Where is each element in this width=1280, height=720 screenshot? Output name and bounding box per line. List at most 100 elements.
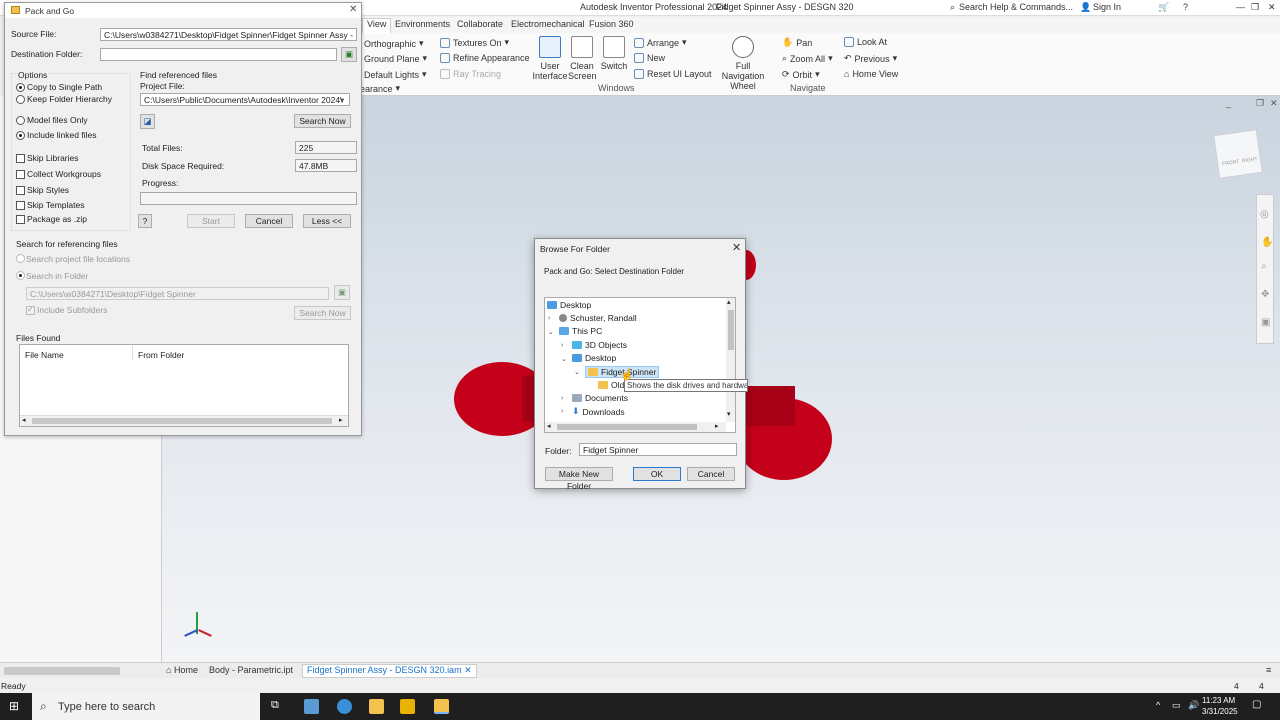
textures-on-button[interactable]: Textures On ▾	[440, 37, 509, 48]
home-tab[interactable]: ⌂ Home	[166, 665, 198, 675]
include-subfolders-checkbox[interactable]	[26, 305, 35, 315]
orbit-nav-icon[interactable]: ✥	[1261, 289, 1269, 300]
tab-menu-icon[interactable]: ≡	[1266, 665, 1271, 675]
viewcube-right[interactable]: RIGHT	[1242, 156, 1258, 164]
make-new-folder-button[interactable]: Make New Folder	[545, 467, 613, 491]
pack-and-go-close-button[interactable]: ✕	[349, 4, 357, 15]
collapse-chevron-icon[interactable]: ⌄	[574, 368, 580, 376]
arrange-button[interactable]: Arrange ▾	[634, 37, 687, 48]
taskbar-search-input[interactable]: ⌕ Type here to search	[32, 693, 260, 720]
search-now-button[interactable]: Search Now	[294, 114, 351, 128]
task-view-icon[interactable]: ⧉	[271, 699, 279, 712]
tab-collaborate[interactable]: Collaborate	[457, 19, 503, 29]
tab-electromechanical[interactable]: Electromechanical	[511, 19, 585, 29]
search-in-folder-radio[interactable]	[16, 271, 25, 280]
model-files-only-radio[interactable]	[16, 116, 25, 125]
tray-chevron-icon[interactable]: ^	[1156, 700, 1160, 710]
expand-chevron-icon[interactable]: ›	[561, 408, 563, 415]
pan-nav-icon[interactable]: ✋	[1261, 237, 1273, 248]
notification-icon[interactable]: ▢	[1252, 699, 1261, 710]
skip-templates-checkbox[interactable]	[16, 201, 25, 210]
skip-libraries-checkbox[interactable]	[16, 154, 25, 163]
tree-scroll-thumb[interactable]	[728, 310, 734, 350]
scroll-right-icon[interactable]: ▸	[339, 416, 343, 424]
tree-vertical-scrollbar[interactable]: ▴ ▾	[726, 298, 735, 422]
look-at-nav-icon[interactable]: ▣	[1261, 317, 1270, 328]
search-project-locations-radio[interactable]	[16, 254, 25, 263]
source-file-field[interactable]: C:\Users\w0384271\Desktop\Fidget Spinner…	[100, 28, 357, 41]
cart-icon[interactable]: 🛒	[1158, 2, 1169, 13]
previous-view-button[interactable]: ↶ Previous ▾	[844, 53, 897, 64]
folder-input[interactable]: Fidget Spinner	[579, 443, 737, 456]
viewcube-front[interactable]: FRONT	[1222, 159, 1240, 167]
help-button[interactable]: ?	[138, 214, 152, 228]
switch-button[interactable]: Switch	[600, 36, 628, 71]
help-icon[interactable]: ?	[1183, 2, 1188, 12]
volume-icon[interactable]: 🔊	[1188, 700, 1199, 711]
full-navigation-wheel-button[interactable]: Full Navigation Wheel	[714, 36, 772, 91]
minimize-button[interactable]: —	[1236, 2, 1245, 12]
expand-chevron-icon[interactable]: ›	[561, 342, 563, 349]
ground-plane-button[interactable]: Ground Plane ▾	[364, 53, 427, 64]
project-file-select[interactable]: C:\Users\Public\Documents\Autodesk\Inven…	[140, 93, 350, 106]
viewport-close-icon[interactable]: ✕	[1270, 98, 1278, 109]
tree-horizontal-scrollbar[interactable]: ◂ ▸	[545, 422, 726, 432]
scroll-left-icon[interactable]: ◂	[547, 422, 551, 430]
tree-item-downloads[interactable]: ⬇ Downloads	[572, 406, 625, 417]
expand-chevron-icon[interactable]: ›	[548, 315, 550, 322]
project-dropdown-icon[interactable]: ▾	[340, 95, 344, 106]
browse-close-button[interactable]: ✕	[732, 241, 741, 254]
include-linked-files-radio[interactable]	[16, 131, 25, 140]
orbit-button[interactable]: ⟳ Orbit ▾	[782, 69, 820, 80]
inventor-app-icon[interactable]	[400, 699, 415, 714]
new-window-button[interactable]: New	[634, 53, 665, 63]
tab-fusion-360[interactable]: Fusion 360	[589, 19, 634, 29]
tree-item-desktop-root[interactable]: Desktop	[547, 300, 591, 310]
clean-screen-button[interactable]: Clean Screen	[568, 36, 597, 81]
reset-ui-layout-button[interactable]: Reset UI Layout	[634, 69, 712, 79]
close-button[interactable]: ✕	[1268, 2, 1276, 13]
folder-tree[interactable]: Desktop › Schuster, Randall ⌄ This PC › …	[544, 297, 736, 433]
collapse-chevron-icon[interactable]: ⌄	[548, 328, 554, 336]
pan-button[interactable]: ✋ Pan	[782, 37, 812, 48]
viewport-minimize-icon[interactable]: _	[1226, 98, 1231, 108]
browse-cancel-button[interactable]: Cancel	[687, 467, 735, 481]
file-name-column-header[interactable]: File Name	[25, 350, 64, 360]
skip-styles-checkbox[interactable]	[16, 186, 25, 195]
tree-h-scroll-thumb[interactable]	[557, 424, 697, 430]
default-lights-select[interactable]: Default Lights ▾	[364, 69, 427, 80]
navigation-bar[interactable]: ◎ ✋ ⌕ ✥ ▣	[1256, 194, 1274, 344]
assembly-document-tab[interactable]: Fidget Spinner Assy - DESGN 320.iam ✕	[302, 664, 477, 678]
less-button[interactable]: Less <<	[303, 214, 351, 228]
copy-single-path-radio[interactable]	[16, 83, 25, 92]
taskbar-time[interactable]: 11:23 AM	[1202, 696, 1235, 705]
close-tab-icon[interactable]: ✕	[464, 665, 472, 675]
scroll-right-icon[interactable]: ▸	[715, 422, 719, 430]
tree-item-desktop[interactable]: Desktop	[572, 353, 616, 363]
steering-wheel-icon[interactable]: ◎	[1260, 209, 1269, 220]
help-search-input[interactable]: Search Help & Commands...	[959, 2, 1073, 12]
edge-browser-icon[interactable]	[337, 699, 352, 714]
expand-chevron-icon[interactable]: ›	[561, 395, 563, 402]
collapse-chevron-icon[interactable]: ⌄	[561, 355, 567, 363]
cancel-button[interactable]: Cancel	[245, 214, 293, 228]
collect-workgroups-checkbox[interactable]	[16, 170, 25, 179]
tree-item-user[interactable]: Schuster, Randall	[559, 313, 637, 323]
zoom-all-button[interactable]: ⌕ Zoom All ▾	[782, 53, 833, 64]
package-zip-checkbox[interactable]	[16, 215, 25, 224]
network-icon[interactable]: ▭	[1172, 700, 1181, 711]
search-now-referencing-button[interactable]: Search Now	[294, 306, 351, 320]
file-app-icon[interactable]	[304, 699, 319, 714]
file-explorer-icon[interactable]	[369, 699, 384, 714]
sign-in-button[interactable]: Sign In	[1093, 2, 1121, 12]
from-folder-column-header[interactable]: From Folder	[138, 350, 184, 360]
start-button[interactable]: Start	[187, 214, 235, 228]
tree-item-3d-objects[interactable]: 3D Objects	[572, 340, 627, 350]
tree-item-old[interactable]: Old	[598, 380, 624, 390]
folder-app-icon[interactable]	[434, 699, 449, 714]
zoom-nav-icon[interactable]: ⌕	[1261, 261, 1267, 272]
look-at-button[interactable]: Look At	[844, 37, 887, 47]
browser-scrollbar[interactable]	[4, 667, 120, 675]
keep-folder-hierarchy-radio[interactable]	[16, 95, 25, 104]
ok-button[interactable]: OK	[633, 467, 681, 481]
